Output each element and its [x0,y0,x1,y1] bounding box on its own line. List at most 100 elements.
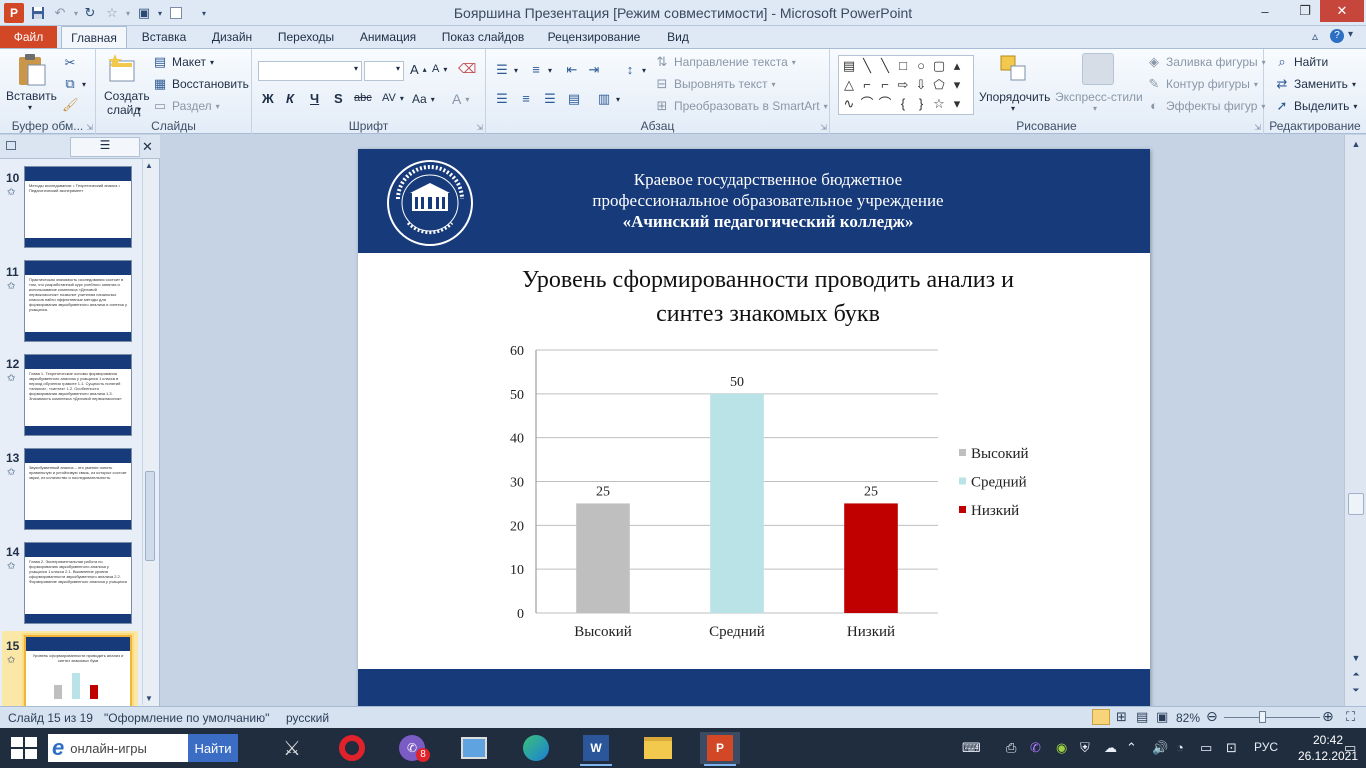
paragraph-launcher-icon[interactable]: ⇲ [820,123,827,132]
redo-icon[interactable]: ↻ [80,3,100,23]
wifi-icon[interactable]: ◔ [1176,740,1184,755]
drawing-launcher-icon[interactable]: ⇲ [1254,123,1261,132]
find-button[interactable]: ⌕ Найти [1274,54,1328,70]
tab-home[interactable]: Главная [61,26,127,49]
keyboard-icon[interactable]: ⌨ [962,740,981,756]
zoom-slider[interactable] [1224,717,1320,718]
scroll-thumb[interactable] [1348,493,1364,515]
minimize-button[interactable]: – [1250,0,1280,22]
network-icon[interactable]: ⊡ [1226,740,1237,756]
outline-tab-icon[interactable]: ☰ [70,137,140,157]
zoom-out-icon[interactable]: ⊖ [1206,708,1218,725]
cut-icon[interactable]: ✂ [62,55,78,71]
shapes-down-icon[interactable]: ▾ [949,77,965,93]
shape-outline-button[interactable]: ✎ Контур фигуры ▾ [1146,76,1258,92]
bold-button[interactable]: Ж [262,91,274,106]
pentagon-shape-icon[interactable]: ⬠ [931,77,947,93]
battery-icon[interactable]: ▭ [1200,740,1212,756]
tray-expand-icon[interactable]: ⌃ [1126,740,1137,756]
arrange-icon[interactable] [998,53,1030,85]
shadow-button[interactable]: S [334,91,343,106]
new-slide-label-2[interactable]: слайд [107,103,140,117]
change-case-button[interactable]: Aa ▾ [412,92,435,106]
align-center-icon[interactable]: ≡ [518,91,534,107]
customize-qat-icon[interactable]: ▾ [194,3,214,23]
close-pane-icon[interactable]: ✕ [142,139,153,155]
quick-styles-button[interactable]: Экспресс-стили [1055,90,1143,104]
decrease-indent-icon[interactable]: ⇤ [564,62,580,78]
tray-app-icon[interactable]: ◉ [1056,740,1067,756]
textbox-shape-icon[interactable]: ▤ [841,58,857,74]
search-button[interactable]: Найти [188,734,238,762]
theme-name[interactable]: "Оформление по умолчанию" [104,711,269,725]
line-spacing-button[interactable]: ↕ ▾ [622,62,646,78]
elbow-shape-icon[interactable]: ⌐ [859,77,875,93]
scroll-thumb[interactable] [145,471,155,561]
restore-button[interactable]: ❐ [1290,0,1320,22]
photos-app-icon[interactable] [454,732,494,764]
prev-slide-icon[interactable]: ⏶ [1349,667,1363,681]
align-text-button[interactable]: ⊟ Выровнять текст ▾ [654,76,776,92]
new-slide-icon[interactable] [106,53,138,85]
numbering-button[interactable]: ≡ ▾ [528,62,552,78]
shapes-up-icon[interactable]: ▴ [949,58,965,74]
brace-left-shape-icon[interactable]: { [895,96,911,112]
smartart-button[interactable]: ⊞ Преобразовать в SmartArt ▾ [654,98,828,114]
scroll-up-icon[interactable]: ▲ [145,161,153,170]
rectangle-shape-icon[interactable]: □ [895,58,911,74]
explorer-app-icon[interactable] [638,732,678,764]
slide-thumbnail-11[interactable]: Практическая значимость исследования сос… [24,260,132,342]
reset-button[interactable]: ▦ Восстановить [152,76,249,92]
clipboard-launcher-icon[interactable]: ⇲ [86,123,93,132]
zoom-slider-thumb[interactable] [1259,711,1266,723]
arrow-right-shape-icon[interactable]: ⇨ [895,77,911,93]
scroll-down-icon[interactable]: ▼ [145,694,153,703]
rounded-rect-shape-icon[interactable]: ▢ [931,58,947,74]
tab-insert[interactable]: Вставка [133,26,195,48]
notifications-icon[interactable]: ▭ [1344,740,1356,756]
slide-thumbnail-10[interactable]: Методы исследования: • Теоретический ана… [24,166,132,248]
thumbnails-scrollbar[interactable]: ▲ ▼ [142,159,156,705]
language-switch[interactable]: РУС [1254,740,1278,754]
shape-fill-button[interactable]: ◈ Заливка фигуры ▾ [1146,54,1266,70]
vertical-scrollbar[interactable]: ▲ ▼ ⏶ ⏷ [1344,135,1366,706]
slide-sorter-icon[interactable]: ⊞ [1116,709,1127,725]
ribbon-options-icon[interactable]: ▾ [1348,29,1353,40]
tab-slideshow[interactable]: Показ слайдов [435,26,531,48]
arrange-dropdown-icon[interactable]: ▾ [1011,104,1015,113]
help-icon[interactable]: ? [1330,29,1344,43]
onedrive-icon[interactable]: ☁ [1104,740,1117,756]
scroll-up-icon[interactable]: ▲ [1349,137,1363,151]
shape-effects-button[interactable]: ◐ Эффекты фигур ▾ [1146,98,1265,114]
slide-thumbnail-12[interactable]: Глава 1. Теоретические основы формирован… [24,354,132,436]
columns-button[interactable]: ▥ ▾ [596,91,620,107]
language-indicator[interactable]: русский [286,711,329,725]
tab-transitions[interactable]: Переходы [271,26,341,48]
align-left-icon[interactable]: ☰ [494,91,510,107]
shapes-more-icon[interactable]: ▾ [949,96,965,112]
search-box[interactable]: e онлайн-игры [48,734,188,762]
shield-icon[interactable]: ⛨ [1080,740,1090,756]
next-slide-icon[interactable]: ⏷ [1349,683,1363,697]
slide-canvas[interactable]: Краевое государственное бюджетное профес… [358,149,1150,706]
volume-icon[interactable]: 🔊 [1152,740,1168,756]
tab-review[interactable]: Рецензирование [541,26,647,48]
tab-design[interactable]: Дизайн [203,26,261,48]
copy-icon[interactable]: ⧉ ▾ [62,76,86,92]
powerpoint-logo-icon[interactable]: P [4,3,24,23]
underline-button[interactable]: Ч [310,91,319,106]
quick-styles-dropdown-icon[interactable]: ▾ [1093,104,1097,113]
justify-icon[interactable]: ▤ [566,91,582,107]
tab-file[interactable]: Файл [0,26,57,48]
align-right-icon[interactable]: ☰ [542,91,558,107]
italic-button[interactable]: К [286,91,294,106]
arrow-down-shape-icon[interactable]: ⇩ [913,77,929,93]
word-app-icon[interactable]: W [576,732,616,766]
shrink-font-button[interactable]: A ▾ [432,63,447,75]
font-family-combo[interactable]: ▾ [258,61,362,81]
slideshow-view-icon[interactable]: ▣ [1156,709,1168,725]
scroll-down-icon[interactable]: ▼ [1349,651,1363,665]
viber-app-icon[interactable]: ✆ 8 [392,732,432,764]
char-spacing-button[interactable]: AV ▾ [382,92,404,104]
arc-shape-icon[interactable]: ⌒ [859,96,875,112]
